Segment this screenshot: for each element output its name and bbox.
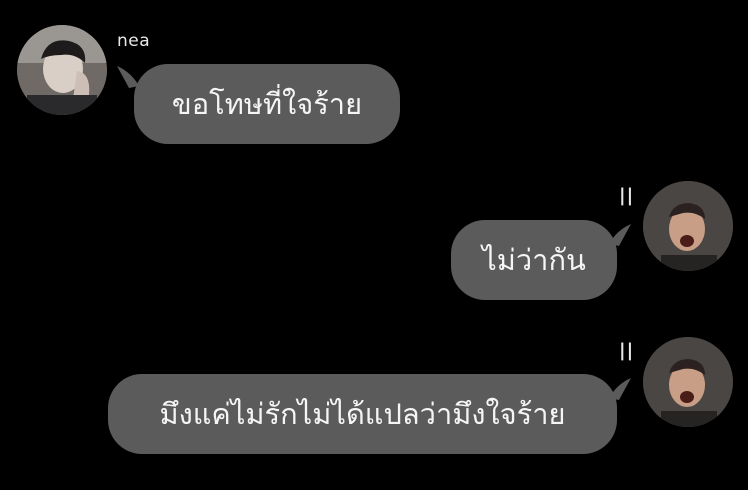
avatar-self[interactable] <box>643 337 733 427</box>
message-text: มึงแค่ไม่รักไม่ได้แปลว่ามึงใจร้าย <box>159 396 566 431</box>
chat-thread: nea ขอโทษที่ใจร้าย || ไม่ว่ากัน || มึงแค… <box>0 0 748 490</box>
avatar-photo-nea-icon <box>17 25 107 115</box>
message-status: || <box>619 185 635 206</box>
avatar-photo-self-icon <box>643 337 733 427</box>
message-bubble-outgoing[interactable]: ไม่ว่ากัน <box>451 220 617 300</box>
message-text: ไม่ว่ากัน <box>482 242 586 277</box>
avatar-photo-self-icon <box>643 181 733 271</box>
avatar-self[interactable] <box>643 181 733 271</box>
message-bubble-incoming[interactable]: ขอโทษที่ใจร้าย <box>134 64 400 144</box>
message-text: ขอโทษที่ใจร้าย <box>171 86 363 121</box>
sender-name: nea <box>117 31 151 51</box>
avatar-nea[interactable] <box>17 25 107 115</box>
message-bubble-outgoing[interactable]: มึงแค่ไม่รักไม่ได้แปลว่ามึงใจร้าย <box>108 374 617 454</box>
message-status: || <box>619 340 635 361</box>
